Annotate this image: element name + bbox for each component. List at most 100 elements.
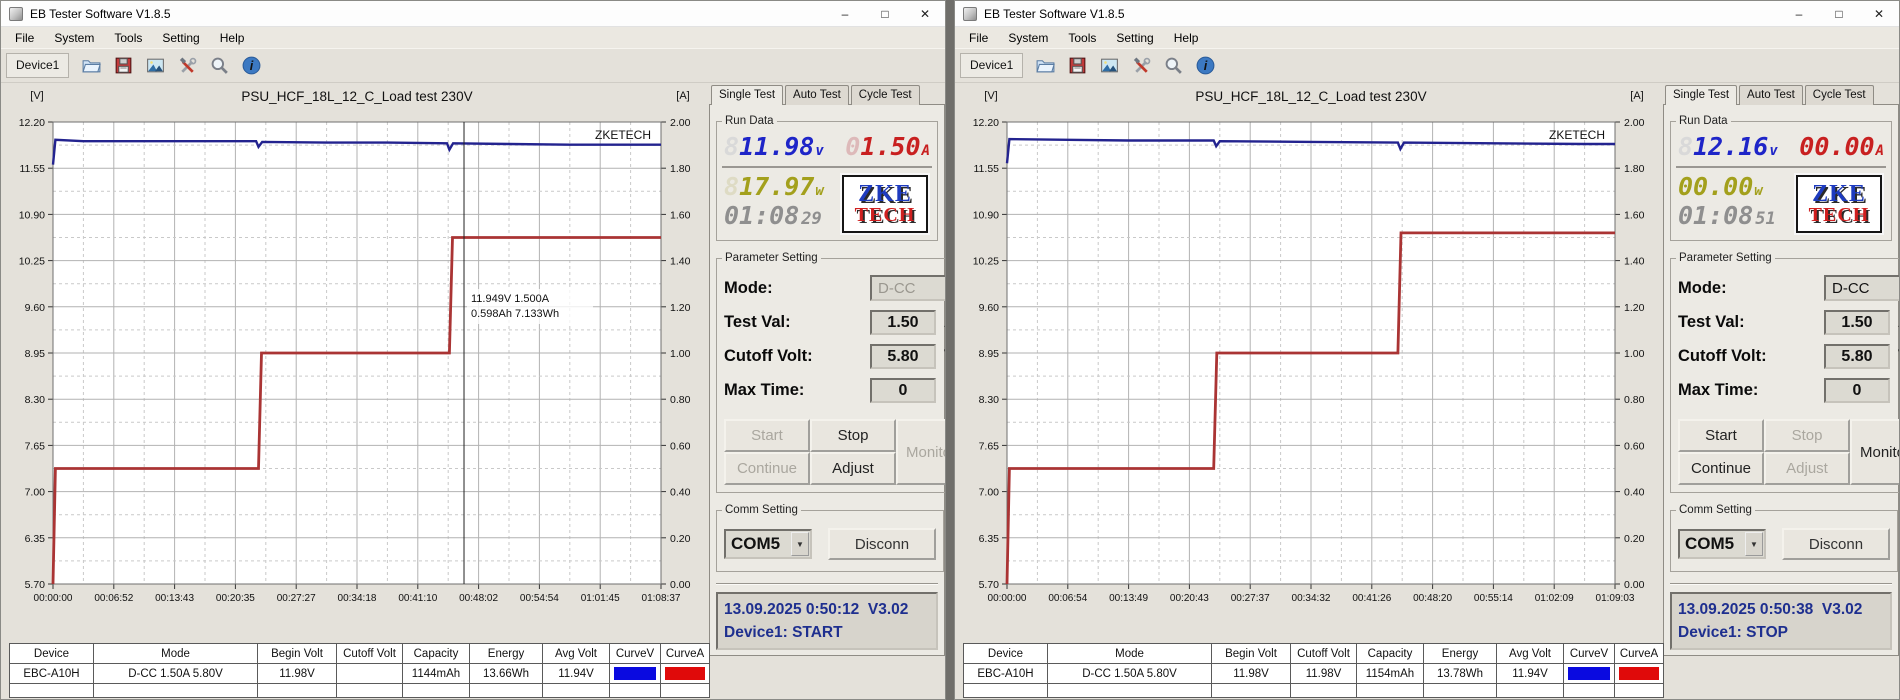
menu-item-help[interactable]: Help (1164, 29, 1209, 47)
close-button[interactable]: ✕ (905, 1, 945, 26)
test-tabs: Single Test Auto Test Cycle Test (709, 85, 945, 105)
image-button[interactable] (141, 52, 170, 80)
tab-auto-test[interactable]: Auto Test (785, 85, 849, 105)
max-time-input[interactable]: 0 (870, 378, 936, 403)
x-tick-label: 00:48:02 (459, 593, 498, 604)
com-port-select[interactable]: COM5 ▼ (1678, 529, 1766, 559)
maximize-button[interactable]: □ (1819, 1, 1859, 26)
info-button[interactable]: i (237, 52, 266, 80)
x-tick-label: 00:13:43 (155, 593, 194, 604)
app-window: EB Tester Software V1.8.5 – □ ✕ File Syst… (954, 0, 1900, 700)
mode-select[interactable]: D-CC▼ (870, 275, 945, 301)
search-button[interactable] (205, 52, 234, 80)
continue-button[interactable]: Continue (724, 452, 810, 485)
maximize-button[interactable]: □ (865, 1, 905, 26)
menu-item-tools[interactable]: Tools (104, 29, 152, 47)
disconnect-button[interactable]: Disconn (828, 528, 936, 560)
load-test-chart[interactable]: 00:00:00 00:06:52 00:13:43 00:20:35 00:27:27… (1, 83, 709, 643)
search-button[interactable] (1159, 52, 1188, 80)
tab-cycle-test[interactable]: Cycle Test (1804, 85, 1874, 105)
minimize-button[interactable]: – (825, 1, 865, 26)
stop-button[interactable]: Stop (1764, 419, 1850, 452)
svg-text:i: i (1204, 59, 1208, 73)
table-cell (336, 683, 403, 698)
cutoff-volt-input[interactable]: 5.80 (870, 344, 936, 369)
menu-item-system[interactable]: System (998, 29, 1058, 47)
col-capacity: Capacity (402, 643, 470, 664)
continue-button[interactable]: Continue (1678, 452, 1764, 485)
open-button[interactable] (1031, 52, 1060, 80)
device-selector[interactable]: Device1 (6, 53, 70, 78)
monitor-button[interactable]: Monitor (1850, 419, 1899, 485)
toolbar-icons: i (1031, 52, 1223, 80)
col-capacity: Capacity (1356, 643, 1424, 664)
info-button[interactable]: i (1191, 52, 1220, 80)
tools-button[interactable] (1127, 52, 1156, 80)
table-cell (1356, 683, 1424, 698)
test-val-unit: A (944, 313, 945, 332)
table-cell (1563, 683, 1615, 698)
disconnect-button[interactable]: Disconn (1782, 528, 1890, 560)
tab-single-test[interactable]: Single Test (1665, 85, 1738, 105)
save-button[interactable] (1063, 52, 1092, 80)
save-button[interactable] (109, 52, 138, 80)
table-cell (660, 663, 710, 684)
chevron-down-icon[interactable]: ▼ (791, 532, 809, 556)
com-port-select[interactable]: COM5 ▼ (724, 529, 812, 559)
load-test-chart[interactable]: 00:00:00 00:06:54 00:13:49 00:20:43 00:27:37… (955, 83, 1663, 643)
cutoff-volt-input[interactable]: 5.80 (1824, 344, 1890, 369)
chart-watermark: ZKETECH (595, 128, 651, 142)
panel-divider (1670, 583, 1892, 585)
table-cell (1614, 663, 1664, 684)
power-unit: w (1754, 183, 1763, 199)
table-cell: D-CC 1.50A 5.80V (93, 663, 258, 684)
comm-setting-group: Comm Setting COM5 ▼ Disconn (716, 504, 944, 572)
menu-item-setting[interactable]: Setting (1106, 29, 1163, 47)
table-cell (93, 683, 258, 698)
menu-item-help[interactable]: Help (210, 29, 255, 47)
menu-item-system[interactable]: System (44, 29, 104, 47)
tab-single-test[interactable]: Single Test (711, 85, 784, 105)
cutoff-volt-label: Cutoff Volt: (1678, 347, 1767, 365)
chart-watermark: ZKETECH (1549, 128, 1605, 142)
tab-cycle-test[interactable]: Cycle Test (850, 85, 920, 105)
device-selector[interactable]: Device1 (960, 53, 1024, 78)
x-tick-label: 00:48:20 (1413, 593, 1452, 604)
test-val-input[interactable]: 1.50 (870, 310, 936, 335)
menu-item-tools[interactable]: Tools (1058, 29, 1106, 47)
table-cell (257, 683, 337, 698)
table-row[interactable]: EBC-A10H D-CC 1.50A 5.80V 11.98V 11.98V 1154… (963, 663, 1664, 684)
image-button[interactable] (1095, 52, 1124, 80)
menu-bar: File System Tools Setting Help (1, 27, 945, 48)
start-button[interactable]: Start (1678, 419, 1764, 452)
menu-item-file[interactable]: File (5, 29, 44, 47)
monitor-button[interactable]: Monitor (896, 419, 945, 485)
open-button[interactable] (77, 52, 106, 80)
max-time-input[interactable]: 0 (1824, 378, 1890, 403)
test-val-label: Test Val: (1678, 313, 1745, 331)
chart-annotation-line-2: 0.598Ah 7.133Wh (471, 308, 559, 320)
chevron-down-icon[interactable]: ▼ (1745, 532, 1763, 556)
close-button[interactable]: ✕ (1859, 1, 1899, 26)
time-seconds: 51 (1755, 209, 1776, 229)
adjust-button[interactable]: Adjust (810, 452, 896, 485)
power-display: 00.00w (1678, 172, 1776, 201)
run-data-divider (722, 166, 932, 168)
x-tick-label: 00:41:10 (398, 593, 437, 604)
menu-item-setting[interactable]: Setting (152, 29, 209, 47)
comm-setting-group: Comm Setting COM5 ▼ Disconn (1670, 504, 1898, 572)
tab-auto-test[interactable]: Auto Test (1739, 85, 1803, 105)
adjust-button[interactable]: Adjust (1764, 452, 1850, 485)
control-panel: Single Test Auto Test Cycle Test Run Data … (709, 85, 945, 659)
minimize-button[interactable]: – (1779, 1, 1819, 26)
time-seconds: 29 (801, 209, 822, 229)
tools-button[interactable] (173, 52, 202, 80)
right-axis-tick: 0.60 (1624, 440, 1645, 452)
mode-select[interactable]: D-CC▼ (1824, 275, 1899, 301)
stop-button[interactable]: Stop (810, 419, 896, 452)
start-button[interactable]: Start (724, 419, 810, 452)
menu-item-file[interactable]: File (959, 29, 998, 47)
table-row[interactable]: EBC-A10H D-CC 1.50A 5.80V 11.98V 1144mAh 13.… (9, 663, 710, 684)
test-val-input[interactable]: 1.50 (1824, 310, 1890, 335)
results-table: Device Mode Begin Volt Cutoff Volt Capacity E… (963, 643, 1664, 698)
